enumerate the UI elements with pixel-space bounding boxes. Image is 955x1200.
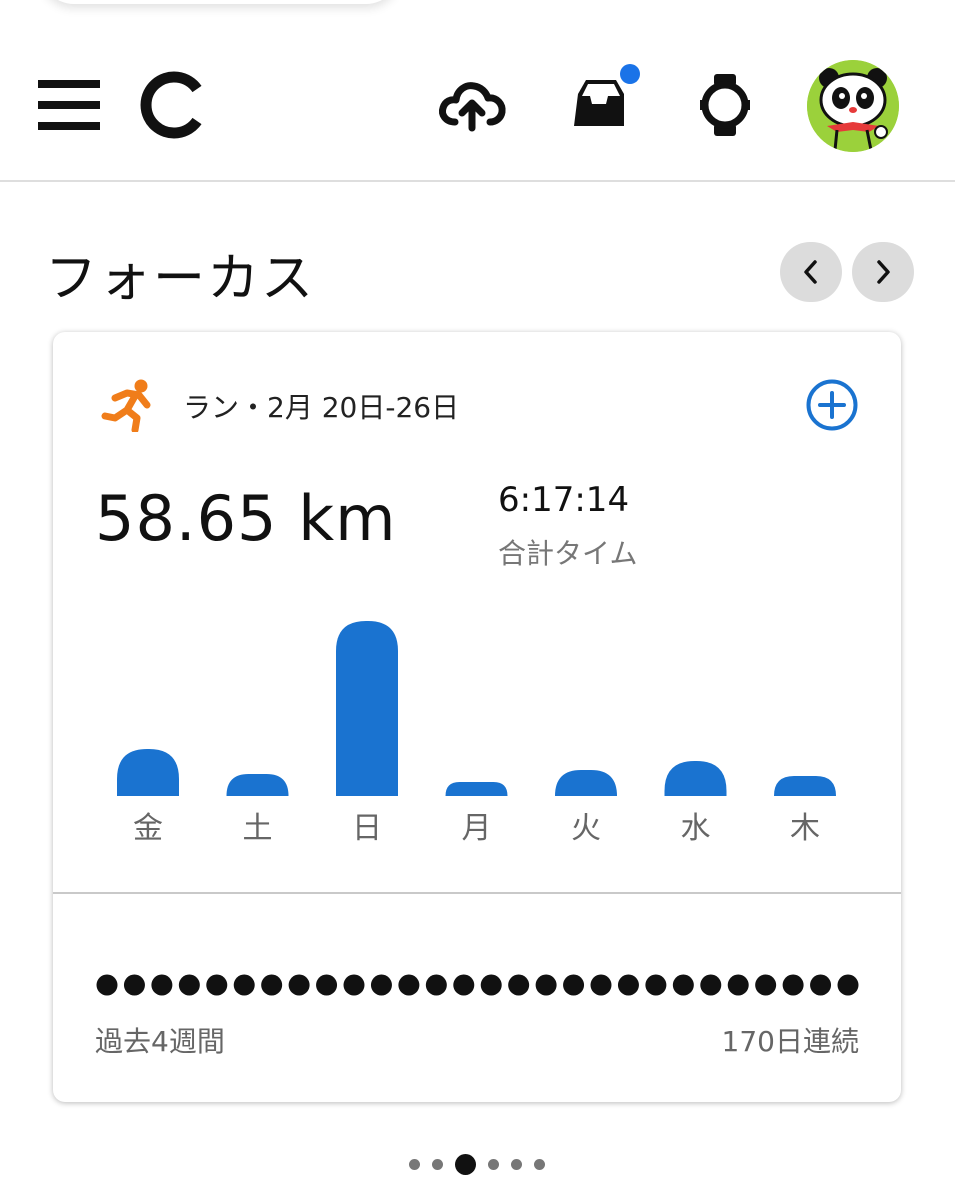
page-indicator [409, 1152, 545, 1176]
chevron-left-icon [804, 260, 817, 284]
next-button[interactable] [852, 242, 914, 302]
page-dot[interactable] [534, 1158, 545, 1170]
chart-bar-4 [555, 770, 617, 796]
streak-day-dot [617, 974, 639, 996]
chart-bar-3 [445, 782, 508, 796]
streak-day-dot [151, 974, 173, 996]
top-strip [0, 0, 955, 31]
streak-day-dot [316, 974, 338, 996]
streak-day-dot [672, 974, 694, 996]
page-dot[interactable] [488, 1158, 499, 1170]
page-dot[interactable] [432, 1158, 443, 1170]
streak-day-dot [96, 974, 118, 996]
garmin-connect-logo-icon[interactable] [135, 70, 211, 140]
chart-tick-label: 木 [790, 811, 820, 846]
streak-day-dot [178, 974, 200, 996]
streak-day-dot [425, 974, 447, 996]
chart-tick-label: 土 [243, 811, 273, 846]
streak-count-label: 170日連続 [721, 1025, 859, 1058]
chart-tick-label: 金 [133, 811, 163, 846]
streak-day-dot [261, 974, 283, 996]
streak-day-dot [590, 974, 612, 996]
streak-day-dot [453, 974, 475, 996]
streak-day-dot [480, 974, 502, 996]
inbox-notification-badge [620, 64, 640, 84]
streak-day-dot [508, 974, 530, 996]
streak-day-dot [700, 974, 722, 996]
streak-day-dot [123, 974, 145, 996]
chart-tick-label: 水 [681, 811, 711, 846]
cloud-upload-icon[interactable] [437, 70, 507, 140]
streak-day-dot [206, 974, 228, 996]
status-pill [40, 0, 400, 4]
page-title: フォーカス [45, 249, 316, 309]
app-header [0, 30, 955, 182]
streak-day-dot [755, 974, 777, 996]
streak-day-dot [288, 974, 310, 996]
streak-day-dot [727, 974, 749, 996]
chart-tick-label: 月 [462, 811, 492, 846]
chart-bar-5 [664, 761, 727, 796]
previous-button[interactable] [780, 242, 842, 302]
streak-day-dot [563, 974, 585, 996]
panda-avatar-icon[interactable] [807, 60, 899, 152]
chart-tick-label: 火 [571, 811, 601, 846]
chart-bar-2 [336, 621, 398, 796]
focus-card[interactable]: ラン・2月 20日-26日 58.65 km 6:17:14 合計タイム 金土日… [53, 332, 901, 1102]
page-dot[interactable] [455, 1153, 476, 1175]
chart-bar-6 [774, 776, 836, 796]
watch-icon[interactable] [690, 70, 760, 140]
chart-bar-1 [226, 774, 289, 796]
streak-day-dot [370, 974, 392, 996]
streak-day-dot [782, 974, 804, 996]
streak-day-dot [810, 974, 832, 996]
streak-period-label: 過去4週間 [95, 1025, 225, 1058]
chart-tick-label: 日 [352, 811, 382, 846]
card-divider [53, 892, 901, 894]
streak-dots [96, 974, 859, 996]
streak-day-dot [535, 974, 557, 996]
hamburger-menu-icon[interactable] [38, 80, 100, 132]
streak-day-dot [398, 974, 420, 996]
streak-day-dot [837, 974, 859, 996]
page-dot[interactable] [409, 1158, 420, 1170]
chevron-right-icon [877, 260, 890, 284]
streak-day-dot [645, 974, 667, 996]
page-dot[interactable] [511, 1158, 522, 1170]
streak-day-dot [343, 974, 365, 996]
chart-bar-0 [117, 749, 179, 796]
weekly-distance-chart: 金土日月火水木 [117, 621, 836, 846]
streak-day-dot [233, 974, 255, 996]
